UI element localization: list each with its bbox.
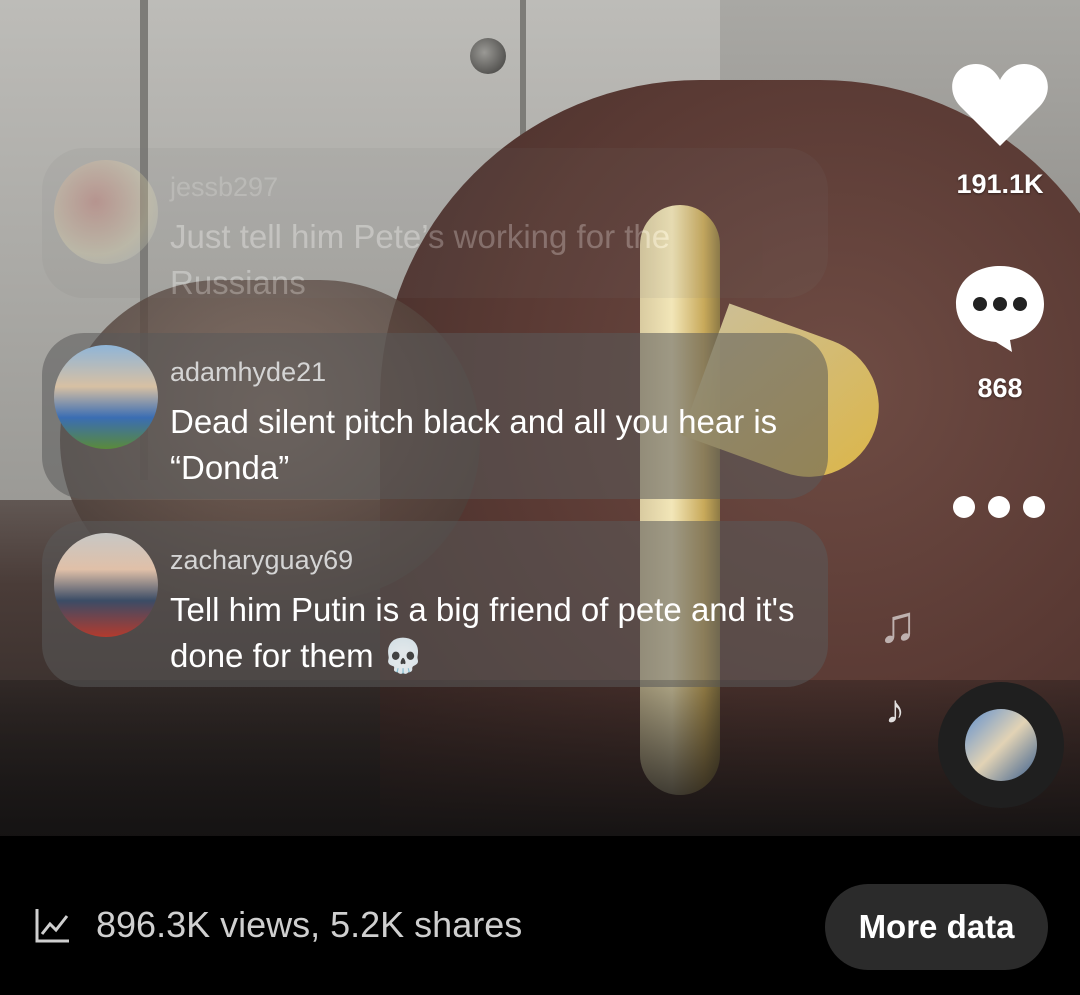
video-shadow [0,680,1080,836]
comment-bubble[interactable]: adamhyde21 Dead silent pitch black and a… [42,333,828,499]
comment-action[interactable]: 868 [935,262,1065,404]
like-action[interactable]: 191.1K [935,60,1065,200]
comment-text: Dead silent pitch black and all you hear… [170,403,778,486]
views-shares-text: 896.3K views, 5.2K shares [96,904,523,945]
comment-username[interactable]: jessb297 [170,172,278,203]
comment-username[interactable]: zacharyguay69 [170,545,353,576]
like-count: 191.1K [956,169,1044,199]
more-dots-icon[interactable] [953,492,1045,522]
music-disc[interactable] [938,682,1064,808]
comment-username[interactable]: adamhyde21 [170,357,326,388]
commenter-avatar[interactable] [54,533,158,637]
comment-bubble[interactable]: zacharyguay69 Tell him Putin is a big fr… [42,521,828,687]
comment-text: Tell him Putin is a big friend of pete a… [170,591,795,674]
more-data-button[interactable]: More data [825,884,1048,970]
commenter-avatar[interactable] [54,160,158,264]
line-chart-icon [35,909,69,943]
stats-summary: 896.3K views, 5.2K shares [34,904,522,946]
comment-bubble[interactable]: jessb297 Just tell him Pete’s working fo… [42,148,828,301]
stats-footer: 896.3K views, 5.2K shares More data [0,836,1080,995]
music-note-icon: ♪ [885,688,905,732]
music-note-icon: ♫ [878,596,917,654]
comment-bubble-icon[interactable] [950,262,1050,354]
commenter-avatar[interactable] [54,345,158,449]
comment-text: Just tell him Pete’s working for the Rus… [170,218,671,301]
heart-icon[interactable] [950,60,1050,150]
comment-count: 868 [977,373,1023,403]
music-cover-avatar [965,709,1037,781]
cabinet-knob [470,38,506,74]
